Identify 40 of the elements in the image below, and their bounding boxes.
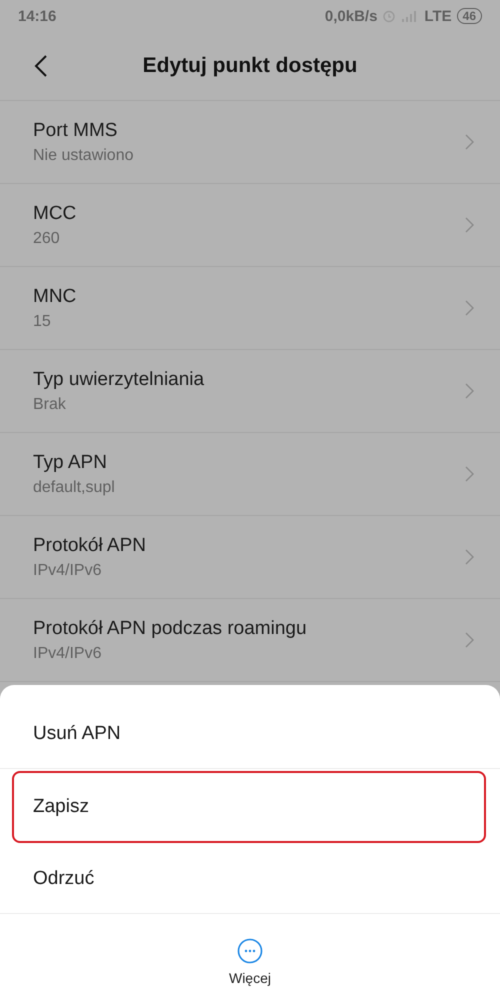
- back-icon[interactable]: [34, 54, 48, 78]
- chevron-icon: [465, 217, 474, 233]
- setting-value: default,supl: [33, 478, 115, 496]
- menu-item[interactable]: Usuń APN: [0, 700, 500, 769]
- network-speed: 0,0kB/s: [324, 8, 378, 24]
- more-icon[interactable]: [237, 938, 263, 964]
- settings-item[interactable]: MCC 260: [0, 184, 500, 267]
- clock: 14:16: [18, 8, 56, 24]
- page-title: Edytuj punkt dostępu: [142, 54, 358, 78]
- setting-title: MCC: [33, 202, 76, 224]
- setting-title: Typ APN: [33, 452, 108, 474]
- chevron-icon: [465, 300, 474, 316]
- settings-item[interactable]: MNC 15: [0, 267, 500, 350]
- setting-title: Protokół APN: [33, 534, 146, 556]
- chevron-icon: [465, 466, 474, 482]
- more-label[interactable]: Więcej: [228, 970, 271, 986]
- settings-item[interactable]: Protokół APN podczas roamingu IPv4/IPv6: [0, 599, 500, 682]
- settings-item[interactable]: Protokół APN IPv4/IPv6: [0, 516, 500, 599]
- chevron-icon: [465, 549, 474, 565]
- menu-item[interactable]: Zapisz: [12, 771, 486, 843]
- chevron-icon: [465, 383, 474, 399]
- setting-value: Brak: [33, 396, 67, 414]
- chevron-icon: [465, 134, 474, 150]
- settings-item[interactable]: Port MMS Nie ustawiono: [0, 101, 500, 184]
- setting-title: Protokół APN podczas roamingu: [33, 618, 307, 640]
- menu-item[interactable]: Odrzuć: [0, 845, 500, 914]
- settings-item[interactable]: Typ APN default,supl: [0, 433, 500, 516]
- setting-value: IPv4/IPv6: [33, 644, 102, 662]
- setting-value: 15: [33, 312, 52, 330]
- battery-indicator: 46: [456, 8, 482, 24]
- setting-value: IPv4/IPv6: [33, 562, 102, 580]
- setting-title: MNC: [33, 286, 76, 308]
- chevron-icon: [465, 632, 474, 648]
- network-type: LTE: [424, 8, 452, 24]
- setting-title: Port MMS: [33, 120, 118, 142]
- setting-value: 260: [33, 230, 61, 248]
- setting-title: Typ uwierzytelniania: [33, 368, 204, 390]
- setting-value: Nie ustawiono: [33, 146, 134, 164]
- settings-item[interactable]: Typ uwierzytelniania Brak: [0, 350, 500, 433]
- alarm-icon: [382, 9, 396, 23]
